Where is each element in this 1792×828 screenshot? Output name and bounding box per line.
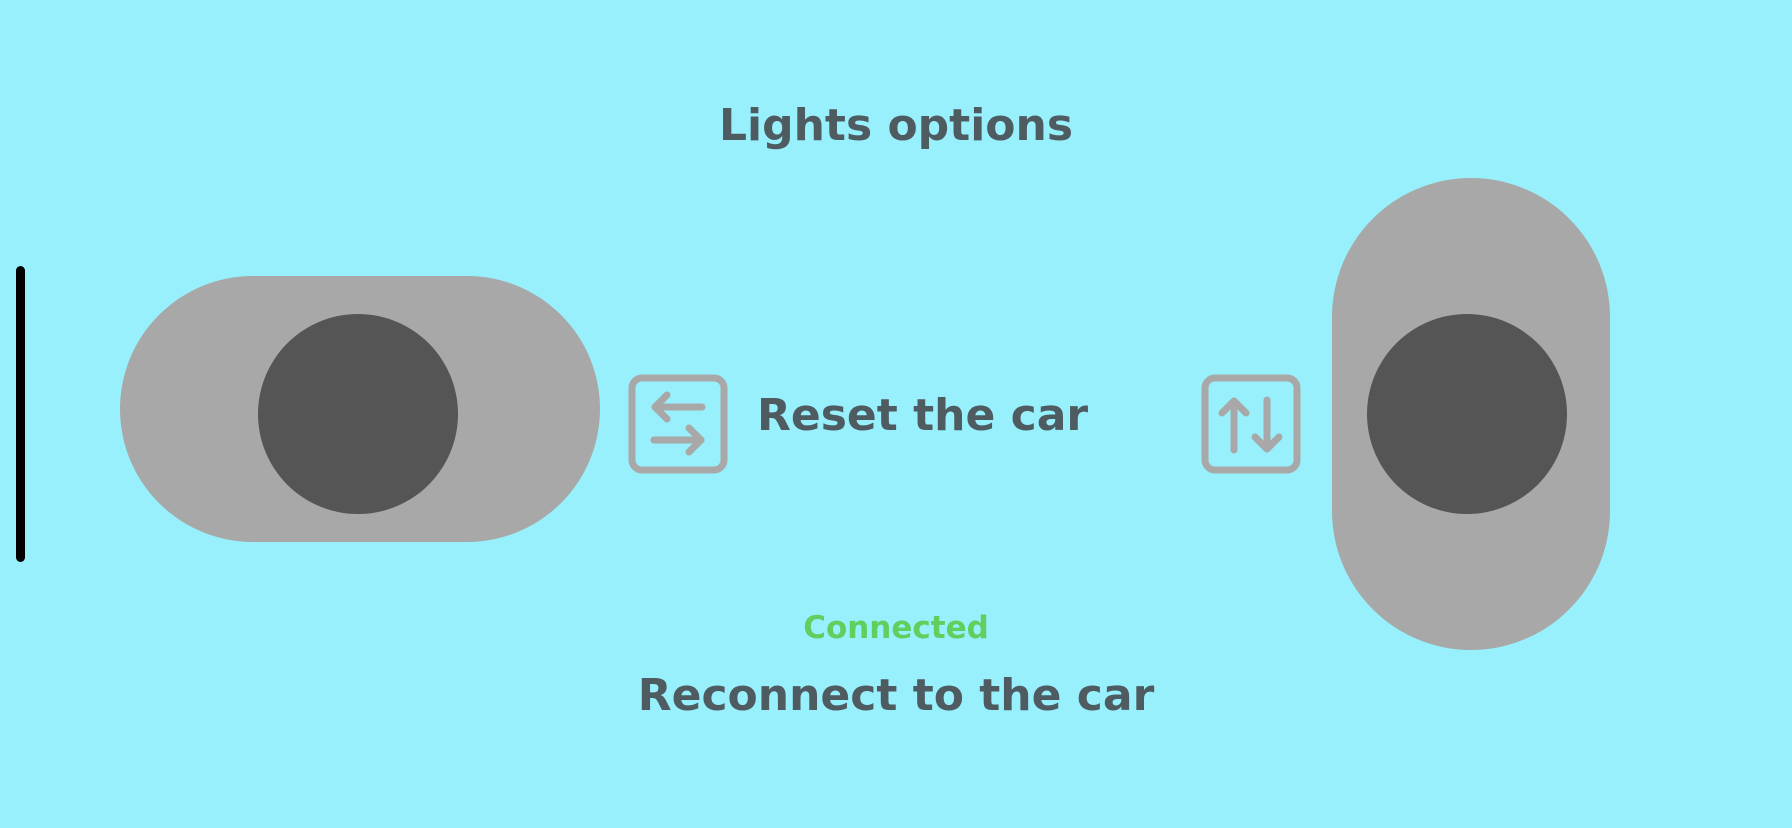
reset-car-button[interactable]: Reset the car xyxy=(757,390,1088,441)
horizontal-joystick[interactable] xyxy=(120,276,600,542)
vertical-joystick-knob[interactable] xyxy=(1367,314,1567,514)
arrows-up-down-icon[interactable] xyxy=(1201,374,1301,474)
reconnect-button[interactable]: Reconnect to the car xyxy=(0,670,1792,721)
lights-options-button[interactable]: Lights options xyxy=(0,100,1792,151)
side-scroll-indicator[interactable] xyxy=(16,266,25,562)
connection-status: Connected xyxy=(803,610,989,646)
horizontal-joystick-knob[interactable] xyxy=(258,314,458,514)
arrows-left-right-icon[interactable] xyxy=(628,374,728,474)
vertical-joystick[interactable] xyxy=(1332,178,1610,650)
